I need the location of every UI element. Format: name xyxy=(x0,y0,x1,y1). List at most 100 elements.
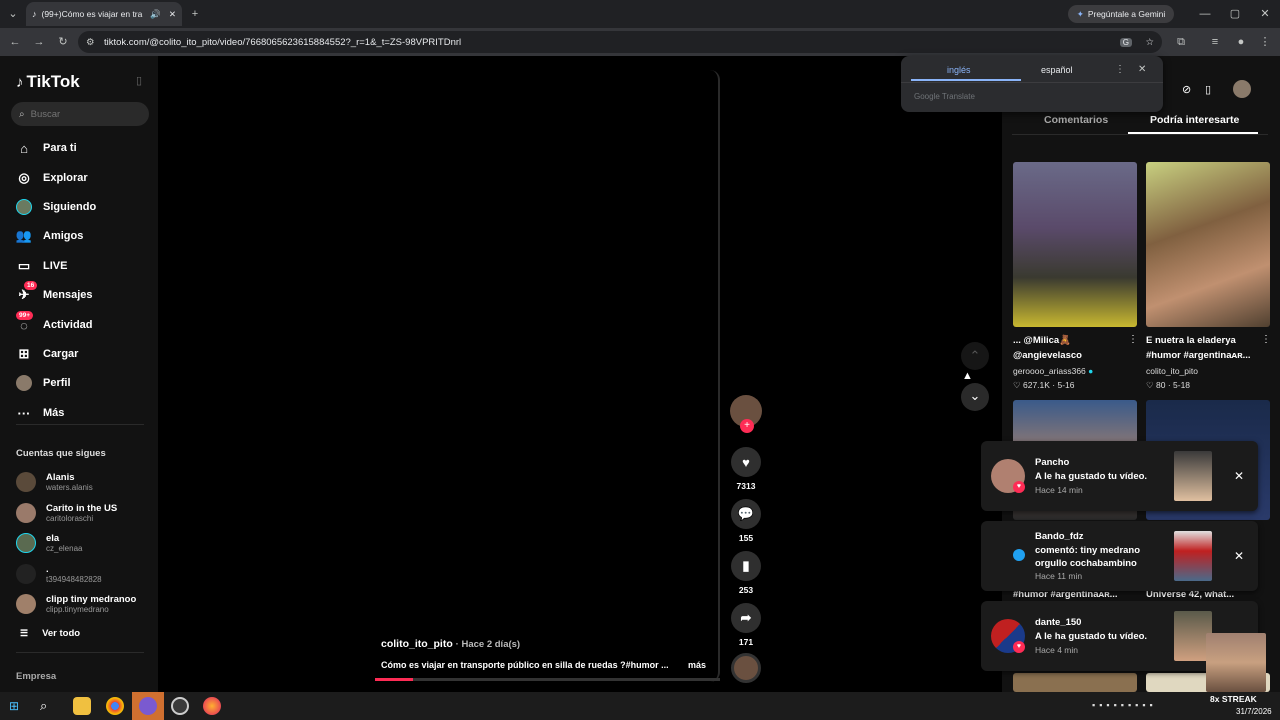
notification-toast[interactable]: Bando_fdz comentó: tiny medrano orgullo … xyxy=(981,521,1258,591)
translate-icon[interactable]: G xyxy=(1119,37,1132,47)
suggested-card-title[interactable]: ... @Milica🧸 @angievelasco xyxy=(1013,333,1137,363)
suggested-video-thumbnail[interactable] xyxy=(1013,162,1137,327)
card-title-line: ... @Milica🧸 xyxy=(1013,335,1072,346)
bookmark-icon[interactable]: ▮ xyxy=(731,551,761,581)
suggested-card-title[interactable]: E nuetra la eladerya #humor #argentinaᴀʀ… xyxy=(1146,333,1270,363)
tab-podria-interesarte[interactable]: Podría interesarte xyxy=(1150,114,1239,126)
user-avatar[interactable] xyxy=(1233,80,1251,98)
music-disc-icon[interactable] xyxy=(731,653,761,683)
translate-close-icon[interactable]: ✕ xyxy=(1138,64,1146,75)
notification-close-icon[interactable]: ✕ xyxy=(1234,469,1244,483)
see-all-link[interactable]: ☰ Ver todo xyxy=(20,628,80,639)
tab-comentarios[interactable]: Comentarios xyxy=(1044,114,1108,126)
nav-amigos[interactable]: 👥 Amigos xyxy=(16,224,83,248)
lang-from-tab[interactable]: inglés xyxy=(947,65,971,75)
gemini-button[interactable]: ✦ Pregúntale a Gemini xyxy=(1068,5,1174,23)
url-bar[interactable]: ⚙ tiktok.com/@colito_ito_pito/video/7668… xyxy=(78,31,1162,53)
avatar xyxy=(16,533,36,553)
system-tray-icons[interactable]: ▪▪▪▪▪▪▪▪▪ xyxy=(1092,700,1157,710)
nav-label: Actividad xyxy=(43,319,93,331)
chrome-menu-icon[interactable]: ⋮ xyxy=(1256,28,1274,56)
collapse-sidebar-icon[interactable]: ▯ xyxy=(136,74,142,87)
account-handle: cz_elenaa xyxy=(46,543,83,553)
window-close-icon[interactable]: ✕ xyxy=(1256,0,1274,28)
search-input[interactable] xyxy=(30,108,131,120)
save-action[interactable]: ▮ 253 xyxy=(731,551,761,595)
progress-fill xyxy=(375,678,413,681)
following-account[interactable]: Alanis waters.alanis xyxy=(16,470,93,494)
nav-actividad[interactable]: ◌ Actividad 99+ xyxy=(16,311,93,337)
translate-options-icon[interactable]: ⋮ xyxy=(1115,64,1125,75)
nav-para-ti[interactable]: ⌂ Para ti xyxy=(16,136,77,160)
notification-thumbnail xyxy=(1174,531,1212,581)
file-explorer-icon[interactable] xyxy=(73,697,91,715)
video-author[interactable]: colito_ito_pito xyxy=(381,638,453,650)
following-account[interactable]: . t394948482828 xyxy=(16,562,102,586)
following-account[interactable]: ela cz_elenaa xyxy=(16,531,82,555)
nav-perfil[interactable]: Perfil xyxy=(16,371,71,395)
nav-live[interactable]: ▭ LIVE xyxy=(16,254,68,278)
firefox-icon[interactable] xyxy=(203,697,221,715)
explore-icon[interactable]: ⊘ xyxy=(1182,83,1191,96)
nav-mensajes[interactable]: ✈ Mensajes 16 xyxy=(16,281,93,307)
taskbar-date: 31/7/2026 xyxy=(1236,707,1272,716)
profile-icon[interactable]: ● xyxy=(1232,28,1250,56)
like-action[interactable]: ♥ 7313 xyxy=(731,447,761,491)
card-more-icon[interactable]: ⋮ xyxy=(1128,334,1138,345)
nav-mas[interactable]: ··· Más xyxy=(16,401,65,425)
notification-toast[interactable]: ♥ Pancho A le ha gustado tu vídeo. Hace … xyxy=(981,441,1258,511)
next-video-button[interactable]: ⌄ xyxy=(961,383,989,411)
windows-start-icon[interactable]: ⊞ xyxy=(9,699,19,713)
translate-popup: inglés español ⋮ ✕ Google Translate xyxy=(901,56,1163,112)
media-icon[interactable]: ≡ xyxy=(1206,28,1224,56)
search-box[interactable]: ⌕ xyxy=(11,102,149,126)
caption-more-button[interactable]: más xyxy=(688,660,706,670)
reload-icon[interactable]: ↻ xyxy=(54,28,72,56)
notification-close-icon[interactable]: ✕ xyxy=(1234,549,1244,563)
comment-action[interactable]: 💬 155 xyxy=(731,499,761,543)
new-tab-icon[interactable]: + xyxy=(186,0,204,28)
share-arrow-icon[interactable]: ➦ xyxy=(731,603,761,633)
heart-icon[interactable]: ♥ xyxy=(731,447,761,477)
following-account[interactable]: clipp tiny medranoo clipp.tinymedrano xyxy=(16,592,136,616)
author-avatar[interactable]: + xyxy=(730,395,762,433)
comment-icon[interactable]: 💬 xyxy=(731,499,761,529)
maximize-icon[interactable]: ▢ xyxy=(1226,0,1244,28)
bookmark-star-icon[interactable]: ☆ xyxy=(1145,37,1154,48)
browser-tab[interactable]: ♪ (99+)Cómo es viajar en tra 🔊 ✕ xyxy=(26,2,182,26)
taskbar-search-icon[interactable]: ⌕ xyxy=(40,698,47,714)
following-account[interactable]: Carito in the US caritoloraschi xyxy=(16,501,117,525)
card-more-icon[interactable]: ⋮ xyxy=(1261,334,1271,345)
extensions-icon[interactable]: ⧉ xyxy=(1172,28,1190,56)
suggested-video-thumbnail[interactable] xyxy=(1146,162,1270,327)
forward-icon[interactable]: → xyxy=(30,28,48,56)
progress-bar[interactable] xyxy=(375,678,720,681)
nav-cargar[interactable]: ⊞ Cargar xyxy=(16,342,79,366)
nav-explorar[interactable]: ◎ Explorar xyxy=(16,166,87,190)
app-icon[interactable] xyxy=(171,697,189,715)
divider xyxy=(901,82,1163,83)
minimize-icon[interactable]: — xyxy=(1196,0,1214,28)
card-author[interactable]: geroooo_ariass366 ● xyxy=(1013,366,1093,376)
back-icon[interactable]: ← xyxy=(6,28,24,56)
video-player[interactable]: colito_ito_pito · Hace 2 día(s) Cómo es … xyxy=(375,70,720,682)
tiktok-logo[interactable]: ♪ TikTok xyxy=(16,72,80,92)
previous-video-button[interactable]: ⌃ xyxy=(961,342,989,370)
friends-icon: 👥 xyxy=(15,228,33,243)
account-name: . xyxy=(46,563,49,575)
site-info-icon[interactable]: ⚙ xyxy=(86,37,95,48)
company-link[interactable]: Empresa xyxy=(16,671,56,682)
card-author[interactable]: colito_ito_pito xyxy=(1146,366,1198,376)
tab-close-icon[interactable]: ✕ xyxy=(169,9,176,20)
obs-like-app-icon[interactable] xyxy=(139,697,157,715)
live-tv-icon: ▭ xyxy=(17,258,31,273)
lang-to-tab[interactable]: español xyxy=(1041,65,1073,75)
tab-audio-icon[interactable]: 🔊 xyxy=(150,9,161,20)
nav-siguiendo[interactable]: Siguiendo xyxy=(16,195,96,219)
chrome-icon[interactable] xyxy=(106,697,124,715)
tab-search-icon[interactable]: ⌄ xyxy=(4,0,22,28)
share-action[interactable]: ➦ 171 xyxy=(731,603,761,647)
suggested-video-thumbnail[interactable] xyxy=(1013,673,1137,692)
device-icon[interactable]: ▯ xyxy=(1205,83,1211,96)
follow-plus-icon[interactable]: + xyxy=(740,419,754,433)
